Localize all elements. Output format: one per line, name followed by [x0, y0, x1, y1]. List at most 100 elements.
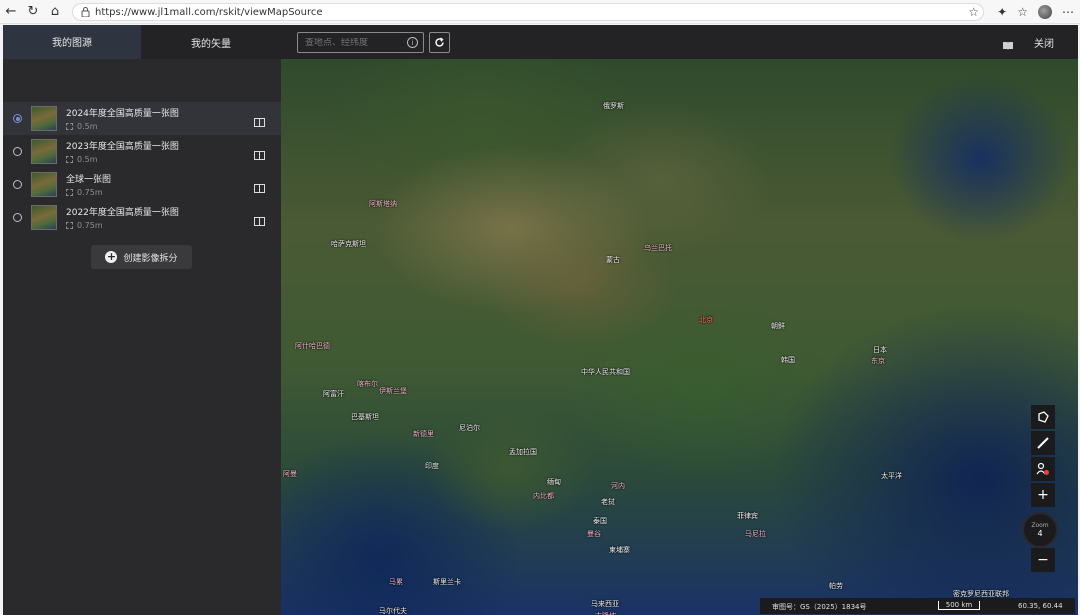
lock-icon [79, 6, 91, 18]
locate-user-button[interactable] [1031, 457, 1055, 481]
map-label: 老挝 [601, 498, 615, 506]
layer-resolution: 0.75m [77, 188, 103, 197]
map-label: 缅甸 [547, 478, 561, 486]
map-label: 蒙古 [606, 256, 620, 264]
map-status-bar: 审图号：GS（2025）1834号 500 km 60.35, 60.44 [760, 598, 1075, 614]
info-icon[interactable]: i [407, 37, 418, 48]
polygon-draw-button[interactable] [1031, 405, 1055, 429]
map-label: 斯里兰卡 [433, 578, 461, 586]
browser-toolbar: ← ↻ ⌂ https://www.jl1mall.com/rskit/view… [0, 0, 1080, 24]
measure-button[interactable] [1031, 431, 1055, 455]
home-icon[interactable]: ⌂ [44, 0, 66, 24]
user-location-icon [1036, 462, 1049, 475]
layer-radio[interactable] [13, 147, 22, 156]
more-menu-icon[interactable]: ⋯ [1062, 5, 1074, 19]
book-icon[interactable] [1002, 36, 1014, 55]
map-label: 尼泊尔 [459, 424, 480, 432]
create-button-label: 创建影像拆分 [123, 253, 178, 264]
tab-my-images[interactable]: 我的图源 [3, 25, 141, 59]
cursor-coordinates: 60.35, 60.44 [1018, 602, 1063, 610]
extensions-icon[interactable]: ✦ [997, 5, 1007, 19]
split-view-icon[interactable] [254, 112, 265, 131]
map-label: 帕劳 [829, 582, 843, 590]
layer-radio[interactable] [13, 213, 22, 222]
map-label: 韩国 [781, 356, 795, 364]
layer-resolution: 0.5m [77, 155, 98, 164]
layer-item[interactable]: 2022年度全国高质量一张图 0.75m [3, 201, 281, 234]
map-label: 新德里 [413, 430, 434, 438]
layer-item[interactable]: 2024年度全国高质量一张图 0.5m [3, 102, 281, 135]
tab-my-vectors[interactable]: 我的矢量 [141, 25, 281, 59]
map-label: 曼谷 [587, 530, 601, 538]
map-label: 阿什哈巴德 [295, 342, 330, 350]
scale-bar: 500 km [938, 601, 980, 610]
map-label: 巴基斯坦 [351, 413, 379, 421]
map-viewer-app: 我的图源 我的矢量 i 关闭 2024年度全国高质量一张图 0.5m 2023年… [3, 25, 1078, 615]
split-view-icon[interactable] [254, 211, 265, 230]
layer-item[interactable]: 全球一张图 0.75m [3, 168, 281, 201]
layer-title: 2024年度全国高质量一张图 [66, 109, 179, 119]
map-label: 河内 [611, 482, 625, 490]
map-label: 朝鲜 [771, 322, 785, 330]
scale-label: 500 km [945, 601, 973, 609]
map-label: 乌兰巴托 [644, 244, 672, 252]
map-label: 内比都 [533, 492, 554, 500]
map-label: 菲律宾 [737, 512, 758, 520]
ruler-icon [1037, 437, 1049, 449]
create-image-split-button[interactable]: + 创建影像拆分 [91, 245, 192, 269]
layer-sidebar: 2024年度全国高质量一张图 0.5m 2023年度全国高质量一张图 0.5m … [3, 59, 281, 615]
split-view-icon[interactable] [254, 145, 265, 164]
layer-resolution: 0.75m [77, 221, 103, 230]
layer-radio[interactable] [13, 180, 22, 189]
resolution-icon [66, 222, 73, 229]
zoom-label: Zoom [1031, 522, 1049, 529]
map-label: 中华人民共和国 [581, 368, 630, 376]
layer-thumbnail [31, 139, 57, 164]
layer-title: 2022年度全国高质量一张图 [66, 208, 179, 218]
map-label: 喀布尔 [357, 380, 378, 388]
layer-radio[interactable] [13, 114, 22, 123]
layer-resolution: 0.5m [77, 122, 98, 131]
zoom-in-button[interactable]: + [1031, 483, 1055, 507]
zoom-indicator: Zoom 4 [1022, 512, 1058, 548]
map-label: 北京 [699, 316, 713, 324]
back-icon[interactable]: ← [0, 0, 22, 24]
top-bar: 我的图源 我的矢量 i 关闭 [3, 25, 1078, 59]
close-button[interactable]: 关闭 [1034, 35, 1054, 50]
address-bar[interactable]: https://www.jl1mall.com/rskit/viewMapSou… [72, 3, 984, 21]
split-view-icon[interactable] [254, 178, 265, 197]
resolution-icon [66, 156, 73, 163]
polygon-icon [1038, 411, 1049, 423]
location-search: i [297, 32, 424, 53]
map-label: 阿曼 [283, 470, 297, 478]
layer-thumbnail [31, 205, 57, 230]
refresh-button[interactable] [429, 32, 450, 53]
profile-avatar[interactable] [1038, 5, 1052, 19]
zoom-level: 4 [1037, 529, 1043, 538]
reload-icon[interactable]: ↻ [22, 0, 44, 24]
refresh-icon [435, 37, 444, 47]
favorite-star-icon[interactable]: ☆ [968, 5, 979, 19]
map-label: 马尼拉 [745, 530, 766, 538]
map-label: 东京 [871, 357, 885, 365]
layer-title: 全球一张图 [66, 175, 112, 185]
favorites-icon[interactable]: ☆ [1017, 5, 1028, 19]
map-label: 阿富汗 [323, 390, 344, 398]
map-label: 太平洋 [881, 472, 902, 480]
map-label: 柬埔寨 [609, 546, 630, 554]
map-label: 孟加拉国 [509, 448, 537, 456]
map-label: 马累 [389, 578, 403, 586]
map-label: 马尔代夫 [379, 607, 407, 615]
search-input[interactable] [305, 37, 401, 48]
layer-title: 2023年度全国高质量一张图 [66, 142, 179, 152]
layer-thumbnail [31, 106, 57, 131]
resolution-icon [66, 189, 73, 196]
zoom-out-button[interactable]: − [1031, 548, 1055, 572]
map-label: 伊斯兰堡 [379, 387, 407, 395]
map-label: 马来西亚 [591, 600, 619, 608]
layer-thumbnail [31, 172, 57, 197]
url-text: https://www.jl1mall.com/rskit/viewMapSou… [95, 6, 323, 18]
satellite-map[interactable]: 俄罗斯 阿斯塔纳 哈萨克斯坦 乌兰巴托 蒙古 北京 朝鲜 韩国 日本 东京 中华人民共和国 阿什哈巴德… [281, 59, 1078, 615]
map-label: 泰国 [593, 517, 607, 525]
layer-item[interactable]: 2023年度全国高质量一张图 0.5m [3, 135, 281, 168]
